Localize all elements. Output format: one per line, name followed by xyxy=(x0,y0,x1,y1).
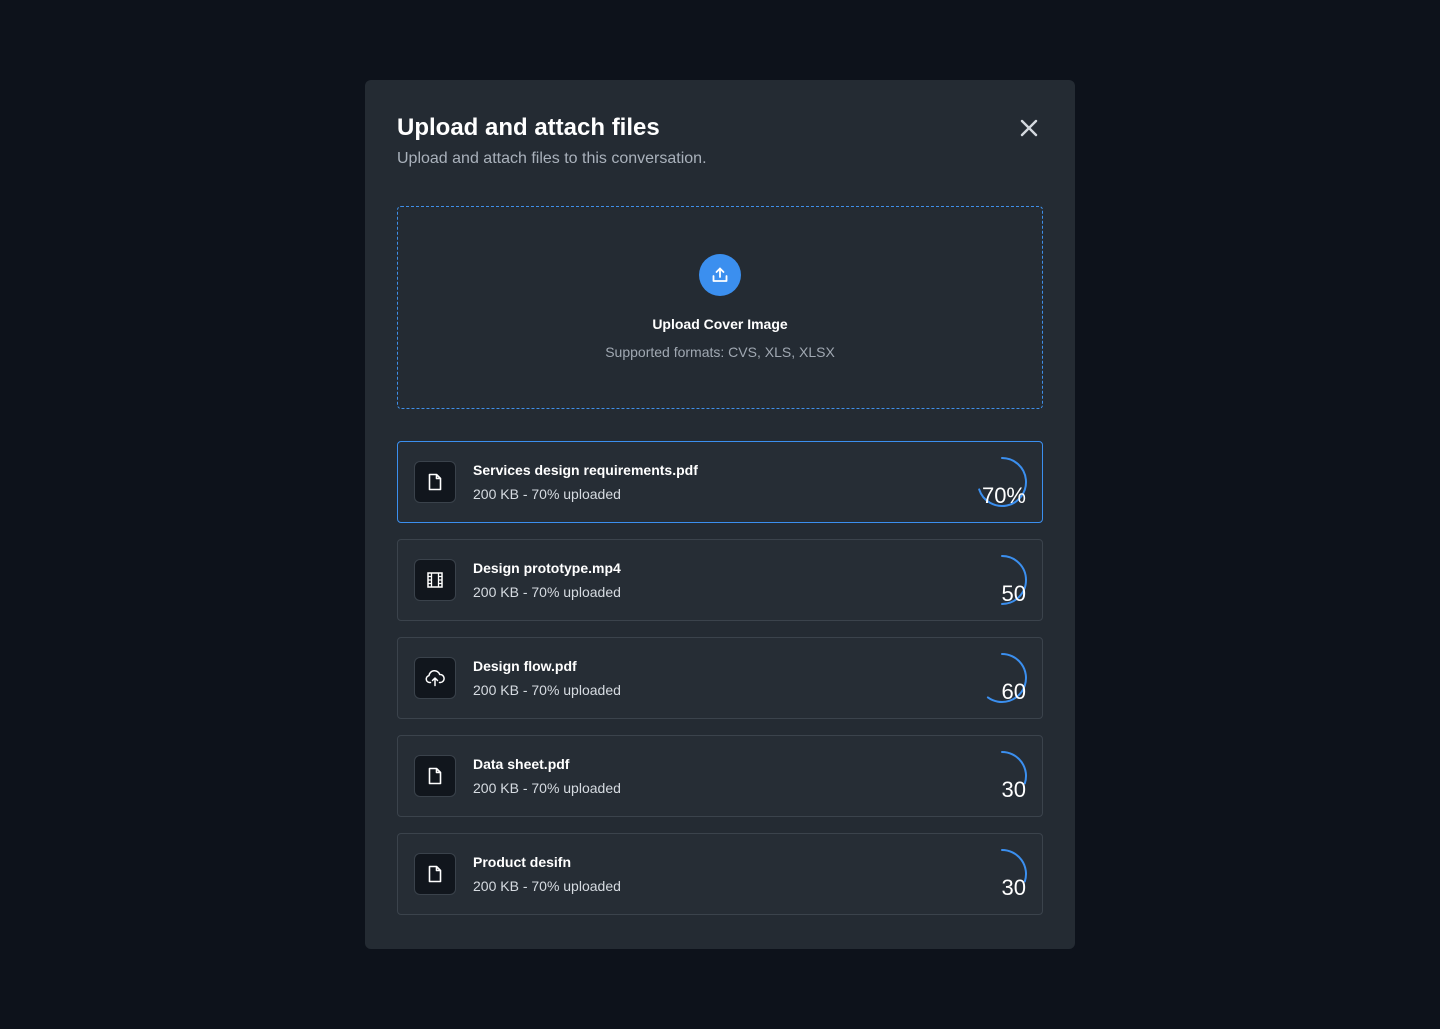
progress-ring: 60 xyxy=(976,652,1028,704)
progress-ring: 30 xyxy=(976,750,1028,802)
file-meta: 200 KB - 70% uploaded xyxy=(473,486,621,502)
close-icon[interactable] xyxy=(1017,116,1041,140)
dropzone-title: Upload Cover Image xyxy=(652,316,788,332)
film-icon xyxy=(414,559,456,601)
modal-subtitle: Upload and attach files to this conversa… xyxy=(397,150,707,167)
file-name: Design prototype.mp4 xyxy=(473,560,621,576)
cloud-upload-icon xyxy=(414,657,456,699)
dropzone-formats: Supported formats: CVS, XLS, XLSX xyxy=(605,344,835,360)
progress-ring: 30 xyxy=(976,848,1028,900)
document-icon xyxy=(414,461,456,503)
file-name: Product desifn xyxy=(473,854,572,870)
progress-ring: 70% xyxy=(976,456,1028,508)
progress-label: 60 xyxy=(1001,679,1026,704)
progress-label: 70% xyxy=(981,483,1026,508)
document-icon xyxy=(414,755,456,797)
file-row[interactable]: Data sheet.pdf 200 KB - 70% uploaded 30 xyxy=(397,735,1043,817)
file-list: Services design requirements.pdf 200 KB … xyxy=(397,441,1043,915)
progress-label: 30 xyxy=(1001,875,1026,900)
file-meta: 200 KB - 70% uploaded xyxy=(473,780,621,796)
file-row[interactable]: Design flow.pdf 200 KB - 70% uploaded 60 xyxy=(397,637,1043,719)
file-row[interactable]: Design prototype.mp4 200 KB - 70% upload… xyxy=(397,539,1043,621)
file-meta: 200 KB - 70% uploaded xyxy=(473,584,621,600)
document-icon xyxy=(414,853,456,895)
upload-modal: Upload and attach files Upload and attac… xyxy=(365,80,1075,949)
file-name: Data sheet.pdf xyxy=(473,756,570,772)
file-meta: 200 KB - 70% uploaded xyxy=(473,682,621,698)
file-row[interactable]: Product desifn 200 KB - 70% uploaded 30 xyxy=(397,833,1043,915)
progress-label: 50 xyxy=(1001,581,1026,606)
file-name: Services design requirements.pdf xyxy=(473,462,698,478)
upload-icon[interactable] xyxy=(699,254,741,296)
modal-title: Upload and attach files xyxy=(397,114,660,141)
progress-label: 30 xyxy=(1001,777,1026,802)
file-meta: 200 KB - 70% uploaded xyxy=(473,878,621,894)
progress-ring: 50 xyxy=(976,554,1028,606)
upload-dropzone[interactable]: Upload Cover Image Supported formats: CV… xyxy=(397,206,1043,409)
file-name: Design flow.pdf xyxy=(473,658,577,674)
file-row[interactable]: Services design requirements.pdf 200 KB … xyxy=(397,441,1043,523)
